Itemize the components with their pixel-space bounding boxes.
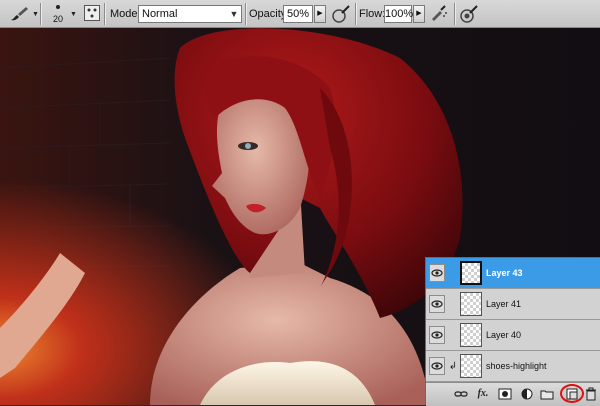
brush-size-value: 20 bbox=[52, 14, 63, 24]
mask-icon[interactable] bbox=[498, 387, 512, 401]
trash-icon[interactable] bbox=[584, 387, 598, 401]
layer-link-slot bbox=[447, 289, 459, 320]
flow-label: Flow: bbox=[359, 8, 386, 20]
brush-icon[interactable] bbox=[8, 4, 30, 24]
layer-thumbnail[interactable] bbox=[460, 323, 482, 347]
clipping-arrow-icon: ↲ bbox=[448, 361, 458, 372]
eye-icon[interactable] bbox=[429, 357, 445, 375]
separator bbox=[40, 3, 42, 25]
brush-preset-caret[interactable]: ▼ bbox=[70, 11, 77, 18]
separator bbox=[454, 3, 456, 25]
link-icon[interactable] bbox=[454, 387, 468, 401]
new-layer-highlight-ring bbox=[560, 384, 584, 403]
mode-select[interactable]: Normal ▼ bbox=[138, 5, 242, 23]
layer-name[interactable]: shoes-highlight bbox=[486, 351, 547, 382]
layer-name[interactable]: Layer 41 bbox=[486, 289, 521, 320]
layer-row[interactable]: Layer 43 bbox=[426, 258, 600, 289]
layer-row[interactable]: Layer 41 bbox=[426, 289, 600, 320]
layer-name[interactable]: Layer 40 bbox=[486, 320, 521, 351]
layer-name[interactable]: Layer 43 bbox=[486, 258, 523, 289]
adjustment-icon[interactable] bbox=[520, 387, 534, 401]
layer-link-slot bbox=[447, 320, 459, 351]
tablet-opacity-pressure-icon[interactable] bbox=[330, 3, 352, 25]
layer-thumbnail[interactable] bbox=[460, 261, 482, 285]
layer-row[interactable]: Layer 40 bbox=[426, 320, 600, 351]
brush-preset-picker[interactable]: 20 bbox=[48, 2, 68, 26]
layers-panel: Layer 43 Layer 41 Layer 40 ↲ shoes-highl… bbox=[425, 257, 600, 406]
eye-icon[interactable] bbox=[429, 326, 445, 344]
brush-tip-icon bbox=[56, 5, 60, 9]
layers-panel-footer: fx. bbox=[426, 382, 600, 406]
separator bbox=[104, 3, 106, 25]
options-bar: ▼ 20 ▼ Mode: Normal ▼ Opacity: 50% ▶ Flo… bbox=[0, 0, 600, 28]
eye-icon[interactable] bbox=[429, 295, 445, 313]
brush-panel-toggle-icon[interactable] bbox=[84, 5, 100, 21]
flow-slider-arrow-icon[interactable]: ▶ bbox=[413, 5, 425, 23]
airbrush-icon[interactable] bbox=[428, 3, 450, 25]
separator bbox=[355, 3, 357, 25]
group-icon[interactable] bbox=[540, 387, 554, 401]
eye-icon[interactable] bbox=[429, 264, 445, 282]
chevron-down-icon: ▼ bbox=[229, 9, 239, 19]
layer-thumbnail[interactable] bbox=[460, 292, 482, 316]
flow-input[interactable]: 100% bbox=[384, 5, 413, 23]
fx-icon[interactable]: fx. bbox=[476, 387, 490, 401]
layer-link-slot bbox=[447, 258, 459, 289]
mode-value: Normal bbox=[142, 8, 178, 20]
opacity-input[interactable]: 50% bbox=[283, 5, 313, 23]
tablet-size-pressure-icon[interactable] bbox=[458, 3, 480, 25]
layer-row[interactable]: ↲ shoes-highlight bbox=[426, 351, 600, 382]
tool-preset-caret[interactable]: ▼ bbox=[32, 11, 39, 18]
separator bbox=[245, 3, 247, 25]
layer-thumbnail[interactable] bbox=[460, 354, 482, 378]
opacity-slider-arrow-icon[interactable]: ▶ bbox=[314, 5, 326, 23]
mode-label: Mode: bbox=[110, 8, 141, 20]
